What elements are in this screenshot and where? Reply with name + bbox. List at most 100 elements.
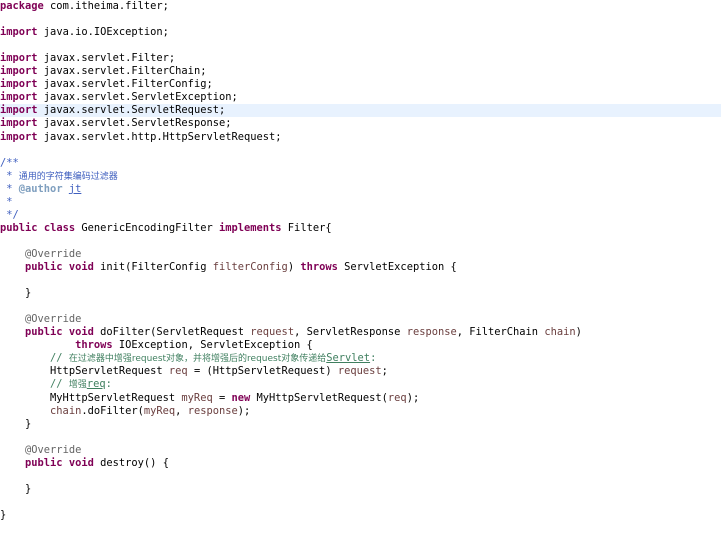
code-token: ; <box>381 365 388 378</box>
code-token: javax.servlet.ServletRequest; <box>37 104 226 117</box>
code-line[interactable]: } <box>0 287 721 300</box>
code-line[interactable]: public class GenericEncodingFilter imple… <box>0 222 721 235</box>
code-line[interactable]: } <box>0 483 721 496</box>
code-token: // <box>50 378 69 391</box>
code-line[interactable]: HttpServletRequest req = (HttpServletReq… <box>0 365 721 378</box>
code-token: Servlet <box>326 352 371 365</box>
code-token: } <box>0 482 32 495</box>
code-token: javax.servlet.Filter; <box>37 52 176 65</box>
code-token: import <box>0 26 38 39</box>
code-token: ) <box>575 326 582 339</box>
code-token: com.itheima.filter; <box>43 0 169 12</box>
code-token: implements <box>218 221 282 234</box>
code-token: package <box>0 0 44 12</box>
code-line[interactable]: public void doFilter(ServletRequest requ… <box>0 326 721 339</box>
code-token: // <box>50 352 69 365</box>
code-line[interactable]: import javax.servlet.ServletResponse; <box>0 117 721 130</box>
code-token: javax.servlet.ServletResponse; <box>37 117 232 130</box>
code-token: jt <box>68 182 82 195</box>
code-line[interactable]: public void init(FilterConfig filterConf… <box>0 261 721 274</box>
code-token: import <box>0 130 38 143</box>
code-token: public <box>0 221 38 234</box>
code-token: import <box>0 104 38 117</box>
code-token: import <box>0 52 38 65</box>
code-token: /** <box>0 156 19 169</box>
code-line[interactable]: chain.doFilter(myReq, response); <box>0 405 721 418</box>
code-line[interactable]: package com.itheima.filter; <box>0 0 721 13</box>
code-token: * <box>0 195 13 208</box>
code-token: ) <box>287 261 301 273</box>
code-token: public <box>25 456 63 469</box>
code-line[interactable]: * 通用的字符集编码过滤器 <box>0 170 721 183</box>
code-token: void <box>68 456 94 469</box>
code-line[interactable]: import javax.servlet.Filter; <box>0 52 721 65</box>
code-token: .doFilter( <box>81 404 144 417</box>
code-line[interactable] <box>0 274 721 287</box>
code-line[interactable]: import javax.servlet.FilterConfig; <box>0 78 721 91</box>
code-editor[interactable]: package com.itheima.filter; import java.i… <box>0 0 721 535</box>
code-token: class <box>43 221 76 234</box>
code-token: throws <box>300 261 338 273</box>
code-line[interactable]: import javax.servlet.http.HttpServletReq… <box>0 131 721 144</box>
code-line[interactable] <box>0 470 721 483</box>
code-token: 增强 <box>68 380 87 391</box>
code-token: @Override <box>25 247 82 260</box>
code-token: javax.servlet.FilterChain; <box>37 65 207 78</box>
code-token: java.io.IOException; <box>37 26 169 39</box>
code-line[interactable] <box>0 235 721 248</box>
code-token: HttpServletRequest <box>0 365 169 378</box>
code-token: } <box>0 287 32 300</box>
code-line[interactable] <box>0 431 721 444</box>
code-token: MyHttpServletRequest( <box>250 391 388 404</box>
code-line[interactable]: // 在过滤器中增强request对象，并将增强后的request对象传递给Se… <box>0 352 721 365</box>
code-token: request <box>250 326 295 339</box>
code-token: request <box>337 365 382 378</box>
code-line[interactable] <box>0 144 721 157</box>
code-token: req <box>387 391 407 404</box>
code-line[interactable] <box>0 496 721 509</box>
code-line[interactable]: import java.io.IOException; <box>0 26 721 39</box>
code-token: * <box>0 169 19 182</box>
code-line[interactable]: import javax.servlet.ServletRequest; <box>0 104 721 118</box>
code-line[interactable]: import javax.servlet.ServletException; <box>0 91 721 104</box>
code-line[interactable]: * <box>0 196 721 209</box>
code-line[interactable]: throws IOException, ServletException { <box>0 339 721 352</box>
code-line[interactable]: @Override <box>0 313 721 326</box>
code-token: throws <box>75 339 113 352</box>
code-token: : <box>105 378 112 391</box>
code-token: import <box>0 65 38 78</box>
code-line[interactable]: MyHttpServletRequest myReq = new MyHttpS… <box>0 392 721 405</box>
code-token: public <box>25 261 63 273</box>
code-line[interactable] <box>0 39 721 52</box>
code-token: @Override <box>25 313 82 326</box>
code-token: 在过滤器中增强request对象，并将增强后的request对象传递给 <box>68 354 327 365</box>
code-token: 通用的字符集编码过滤器 <box>18 171 118 182</box>
code-line[interactable]: @Override <box>0 444 721 457</box>
code-token: public <box>25 326 63 339</box>
code-token: myReq <box>181 391 213 404</box>
code-line[interactable]: import javax.servlet.FilterChain; <box>0 65 721 78</box>
code-token: ServletException { <box>337 261 457 273</box>
code-line[interactable]: * @author jt <box>0 183 721 196</box>
code-line[interactable]: // 增强req: <box>0 378 721 391</box>
code-line[interactable]: @Override <box>0 248 721 261</box>
code-token: * <box>0 182 19 195</box>
code-line[interactable]: } <box>0 418 721 431</box>
code-line[interactable]: public void destroy() { <box>0 457 721 470</box>
code-token: @author <box>18 182 63 195</box>
code-line[interactable] <box>0 13 721 26</box>
code-line[interactable]: } <box>0 509 721 522</box>
code-token: myReq <box>143 404 176 417</box>
code-line[interactable]: */ <box>0 209 721 222</box>
code-line[interactable] <box>0 300 721 313</box>
code-token: Filter{ <box>281 221 332 234</box>
code-token: , <box>175 404 188 417</box>
code-line[interactable]: /** <box>0 157 721 170</box>
